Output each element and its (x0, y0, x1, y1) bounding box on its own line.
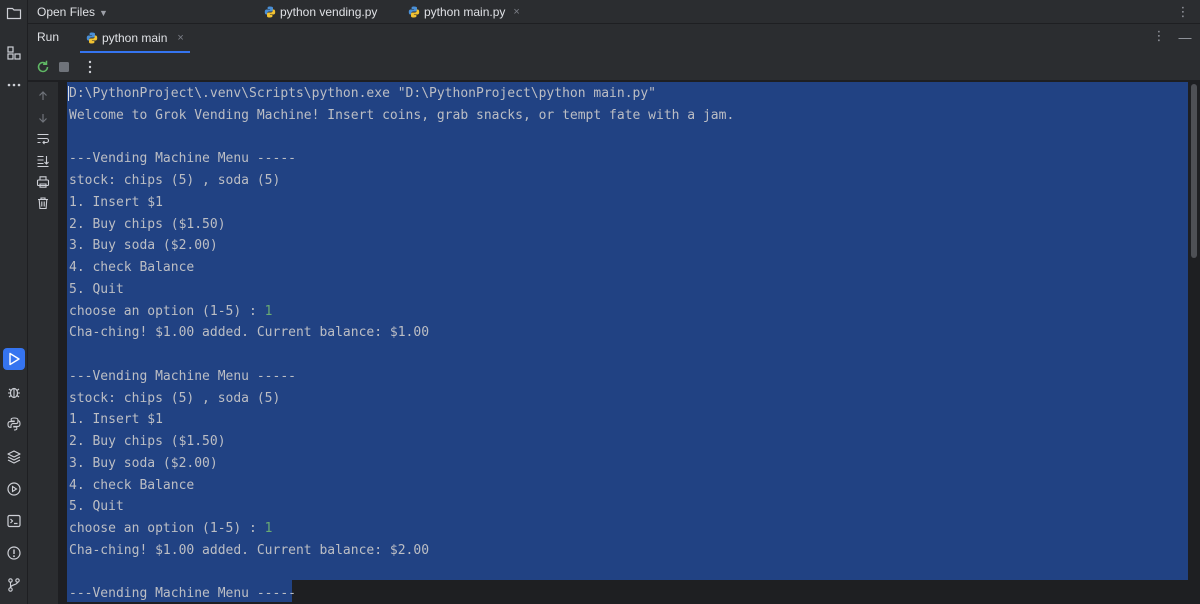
tab-python-vending[interactable]: python vending.py (264, 0, 377, 24)
problems-icon[interactable] (3, 542, 25, 564)
layers-icon[interactable] (3, 446, 25, 468)
scroll-to-end-icon[interactable] (34, 152, 52, 170)
console-line-text: stock: chips (5) , soda (5) (69, 390, 281, 406)
console-line: 2. Buy chips ($1.50) (69, 214, 734, 236)
minimize-icon[interactable]: — (1178, 29, 1192, 45)
run-toolbar (28, 53, 1200, 81)
python-icon (86, 32, 98, 43)
arrow-up-icon[interactable] (34, 87, 52, 105)
console-line-text: choose an option (1-5) : (69, 521, 265, 536)
run-tab-python-main[interactable]: python main × (80, 24, 190, 53)
console-line-text: 3. Buy soda ($2.00) (69, 455, 218, 471)
console-line: Cha-ching! $1.00 added. Current balance:… (69, 322, 734, 344)
console-line: 1. Insert $1 (69, 192, 734, 214)
console-line: Welcome to Grok Vending Machine! Insert … (69, 105, 734, 127)
stop-icon[interactable] (55, 58, 73, 76)
console-line: D:\PythonProject\.venv\Scripts\python.ex… (69, 83, 734, 105)
console-line: 5. Quit (69, 496, 734, 518)
console-line-text: 1. Insert $1 (69, 194, 163, 210)
console-line: ---Vending Machine Menu ----- (69, 148, 734, 170)
user-input: 1 (264, 303, 273, 319)
run-more-options-icon[interactable]: ⋮ (1152, 26, 1166, 46)
print-icon[interactable] (34, 173, 52, 191)
run-window-title: Run (37, 30, 60, 44)
run-tab-label: python main (102, 30, 168, 45)
console-line-text: D:\PythonProject\.venv\Scripts\python.ex… (69, 86, 656, 101)
tab-python-main-label: python main.py (424, 5, 506, 19)
console-line-text: stock: chips (5) , soda (5) (69, 173, 281, 188)
rerun-icon[interactable] (34, 58, 52, 76)
structure-icon[interactable] (3, 42, 25, 64)
python-icon (264, 6, 276, 18)
debug-icon[interactable] (3, 381, 25, 403)
console-line: stock: chips (5) , soda (5) (69, 170, 734, 192)
console-line: 5. Quit (69, 279, 734, 301)
console-lines: D:\PythonProject\.venv\Scripts\python.ex… (69, 83, 734, 604)
more-options-icon[interactable]: ⋮ (1176, 2, 1190, 22)
trash-icon[interactable] (34, 194, 52, 212)
console-line-text: choose an option (1-5) : (69, 303, 265, 319)
console-line: 3. Buy soda ($2.00) (69, 453, 734, 475)
console-line-text: Cha-ching! $1.00 added. Current balance:… (69, 542, 430, 558)
console-line: ---Vending Machine Menu ----- (69, 366, 734, 388)
open-files-dropdown[interactable]: Open Files ▼ (37, 0, 108, 24)
left-tool-strip (0, 0, 28, 604)
console-line-text: ---Vending Machine Menu ----- (69, 586, 296, 602)
console-line: 4. check Balance (69, 475, 734, 497)
run-window-header: Run python main × ⋮ — (28, 24, 1200, 53)
tab-python-main[interactable]: python main.py × (408, 0, 520, 24)
python-console-icon[interactable] (3, 413, 25, 435)
text-caret (68, 86, 69, 101)
console-line: choose an option (1-5) : 1 (69, 518, 734, 540)
console-line-text: 2. Buy chips ($1.50) (69, 216, 226, 232)
user-input: 1 (264, 521, 273, 536)
more-icon[interactable] (81, 58, 99, 76)
console-line-text: 4. check Balance (69, 260, 195, 275)
console-line-text: 5. Quit (69, 499, 124, 515)
close-icon[interactable]: × (513, 6, 519, 18)
console-line-text: Cha-ching! $1.00 added. Current balance:… (69, 325, 430, 341)
console-gutter (28, 82, 58, 604)
console-line: choose an option (1-5) : 1 (69, 301, 734, 323)
git-icon[interactable] (3, 574, 25, 596)
console-line: 1. Insert $1 (69, 409, 734, 431)
console-line-text: ---Vending Machine Menu ----- (69, 368, 296, 384)
soft-wrap-icon[interactable] (34, 130, 52, 148)
run-icon[interactable] (3, 348, 25, 370)
folder-icon[interactable] (3, 2, 25, 24)
python-icon (408, 6, 420, 18)
console-line-text: ---Vending Machine Menu ----- (69, 151, 296, 167)
close-icon[interactable]: × (177, 32, 183, 44)
console-line-text: 3. Buy soda ($2.00) (69, 238, 218, 254)
tab-python-vending-label: python vending.py (280, 5, 378, 19)
console-line: stock: chips (5) , soda (5) (69, 388, 734, 410)
console-line-text: 5. Quit (69, 281, 124, 297)
services-icon[interactable] (3, 478, 25, 500)
open-files-label: Open Files (37, 5, 96, 19)
console-line-text: Welcome to Grok Vending Machine! Insert … (69, 107, 735, 123)
console-line: 4. check Balance (69, 257, 734, 279)
more-icon[interactable] (3, 74, 25, 96)
arrow-down-icon[interactable] (34, 109, 52, 127)
terminal-icon[interactable] (3, 510, 25, 532)
chevron-down-icon: ▼ (99, 8, 108, 18)
console-line: Cha-ching! $1.00 added. Current balance:… (69, 540, 734, 562)
console-line-text: 2. Buy chips ($1.50) (69, 434, 226, 449)
console-line: 3. Buy soda ($2.00) (69, 235, 734, 257)
editor-tab-bar: Open Files ▼ python vending.py python mai… (28, 0, 1200, 24)
vertical-scrollbar[interactable] (1191, 84, 1197, 258)
console-line: ---Vending Machine Menu ----- (69, 583, 734, 604)
console-line-text: 1. Insert $1 (69, 412, 163, 428)
console-line: 2. Buy chips ($1.50) (69, 431, 734, 453)
console-line-text: 4. check Balance (69, 477, 195, 493)
console-output[interactable]: D:\PythonProject\.venv\Scripts\python.ex… (58, 82, 1200, 604)
